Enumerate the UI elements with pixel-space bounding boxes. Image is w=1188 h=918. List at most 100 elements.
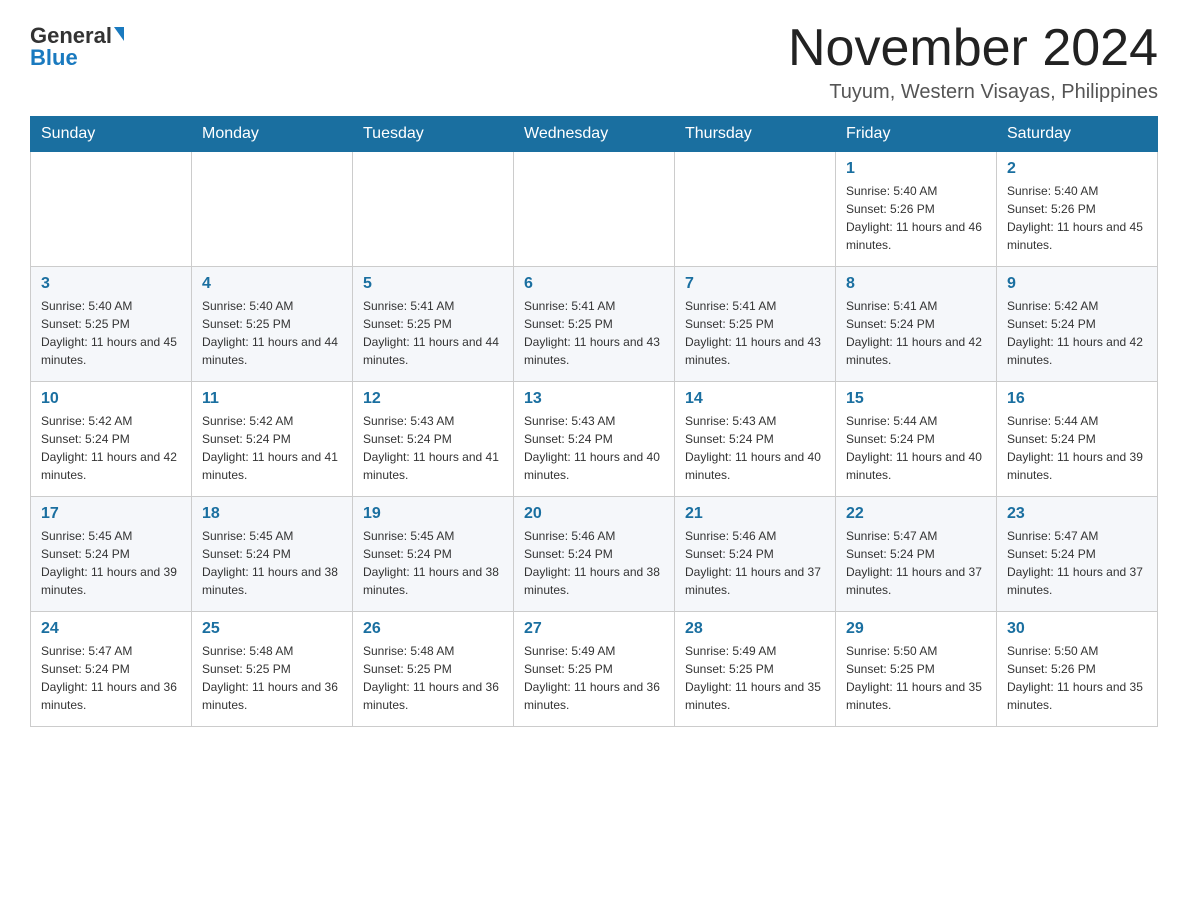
day-info: Sunrise: 5:48 AMSunset: 5:25 PMDaylight:… (363, 642, 503, 714)
day-number: 10 (41, 390, 181, 408)
day-number: 7 (685, 275, 825, 293)
calendar-day-cell: 10Sunrise: 5:42 AMSunset: 5:24 PMDayligh… (31, 382, 192, 497)
day-info: Sunrise: 5:50 AMSunset: 5:25 PMDaylight:… (846, 642, 986, 714)
calendar-day-cell: 21 Sunrise: 5:46 AMSunset: 5:24 PMDayligh… (675, 497, 836, 612)
day-number: 28 (685, 620, 825, 638)
day-header-monday: Monday (192, 117, 353, 152)
location-subtitle: Tuyum, Western Visayas, Philippines (788, 81, 1158, 104)
day-number: 21 (685, 505, 825, 523)
calendar-week-row: 3 Sunrise: 5:40 AMSunset: 5:25 PMDaylight… (31, 267, 1158, 382)
day-info: Sunrise: 5:49 AMSunset: 5:25 PMDaylight:… (685, 642, 825, 714)
day-info: Sunrise: 5:46 AMSunset: 5:24 PMDaylight:… (524, 527, 664, 599)
calendar-day-cell: 26 Sunrise: 5:48 AMSunset: 5:25 PMDayligh… (353, 612, 514, 727)
day-number: 25 (202, 620, 342, 638)
calendar-day-cell: 24 Sunrise: 5:47 AMSunset: 5:24 PMDayligh… (31, 612, 192, 727)
page-header: General Blue November 2024 Tuyum, Wester… (30, 20, 1158, 104)
calendar-week-row: 24 Sunrise: 5:47 AMSunset: 5:24 PMDayligh… (31, 612, 1158, 727)
day-info: Sunrise: 5:44 AMSunset: 5:24 PMDaylight:… (846, 412, 986, 484)
calendar-table: SundayMondayTuesdayWednesdayThursdayFrid… (30, 116, 1158, 727)
calendar-day-cell: 9 Sunrise: 5:42 AMSunset: 5:24 PMDaylight… (997, 267, 1158, 382)
day-info: Sunrise: 5:40 AMSunset: 5:26 PMDaylight:… (1007, 182, 1147, 254)
day-number: 16 (1007, 390, 1147, 408)
logo-general-text: General (30, 25, 112, 47)
day-info: Sunrise: 5:50 AMSunset: 5:26 PMDaylight:… (1007, 642, 1147, 714)
day-number: 2 (1007, 160, 1147, 178)
calendar-day-cell: 13 Sunrise: 5:43 AMSunset: 5:24 PMDayligh… (514, 382, 675, 497)
title-block: November 2024 Tuyum, Western Visayas, Ph… (788, 20, 1158, 104)
calendar-day-cell: 16 Sunrise: 5:44 AMSunset: 5:24 PMDayligh… (997, 382, 1158, 497)
day-info: Sunrise: 5:41 AMSunset: 5:24 PMDaylight:… (846, 297, 986, 369)
day-number: 9 (1007, 275, 1147, 293)
calendar-day-cell: 3Sunrise: 5:40 AMSunset: 5:25 PMDaylight… (31, 267, 192, 382)
day-info: Sunrise: 5:43 AMSunset: 5:24 PMDaylight:… (685, 412, 825, 484)
day-header-thursday: Thursday (675, 117, 836, 152)
calendar-day-cell: 1Sunrise: 5:40 AMSunset: 5:26 PMDaylight… (836, 152, 997, 267)
calendar-week-row: 17 Sunrise: 5:45 AMSunset: 5:24 PMDayligh… (31, 497, 1158, 612)
calendar-week-row: 10 Sunrise: 5:42 AMSunset: 5:24 PMDayligh… (31, 382, 1158, 497)
day-number: 3 (41, 275, 181, 293)
calendar-day-cell: 4 Sunrise: 5:40 AMSunset: 5:25 PMDaylight… (192, 267, 353, 382)
day-info: Sunrise: 5:45 AMSunset: 5:24 PMDaylight:… (202, 527, 342, 599)
calendar-day-cell (514, 152, 675, 267)
day-number: 11 (202, 390, 342, 408)
calendar-day-cell: 7 Sunrise: 5:41 AMSunset: 5:25 PMDaylight… (675, 267, 836, 382)
calendar-day-cell: 18 Sunrise: 5:45 AMSunset: 5:24 PMDayligh… (192, 497, 353, 612)
day-number: 19 (363, 505, 503, 523)
day-info: Sunrise: 5:40 AMSunset: 5:25 PMDaylight:… (202, 297, 342, 369)
day-info: Sunrise: 5:42 AMSunset: 5:24 PMDaylight:… (202, 412, 342, 484)
day-number: 18 (202, 505, 342, 523)
logo-blue-text: Blue (30, 47, 78, 69)
day-info: Sunrise: 5:43 AMSunset: 5:24 PMDaylight:… (363, 412, 503, 484)
calendar-day-cell: 6Sunrise: 5:41 AMSunset: 5:25 PMDaylight… (514, 267, 675, 382)
day-info: Sunrise: 5:42 AMSunset: 5:24 PMDaylight:… (1007, 297, 1147, 369)
calendar-day-cell: 11 Sunrise: 5:42 AMSunset: 5:24 PMDayligh… (192, 382, 353, 497)
calendar-day-cell: 17 Sunrise: 5:45 AMSunset: 5:24 PMDayligh… (31, 497, 192, 612)
day-info: Sunrise: 5:47 AMSunset: 5:24 PMDaylight:… (41, 642, 181, 714)
day-info: Sunrise: 5:47 AMSunset: 5:24 PMDaylight:… (1007, 527, 1147, 599)
calendar-day-cell: 15 Sunrise: 5:44 AMSunset: 5:24 PMDayligh… (836, 382, 997, 497)
day-number: 30 (1007, 620, 1147, 638)
calendar-day-cell: 28 Sunrise: 5:49 AMSunset: 5:25 PMDayligh… (675, 612, 836, 727)
day-info: Sunrise: 5:44 AMSunset: 5:24 PMDaylight:… (1007, 412, 1147, 484)
day-number: 12 (363, 390, 503, 408)
day-info: Sunrise: 5:43 AMSunset: 5:24 PMDaylight:… (524, 412, 664, 484)
calendar-day-cell (675, 152, 836, 267)
day-info: Sunrise: 5:45 AMSunset: 5:24 PMDaylight:… (41, 527, 181, 599)
calendar-day-cell: 20 Sunrise: 5:46 AMSunset: 5:24 PMDayligh… (514, 497, 675, 612)
calendar-day-cell: 8Sunrise: 5:41 AMSunset: 5:24 PMDaylight… (836, 267, 997, 382)
day-number: 24 (41, 620, 181, 638)
day-number: 5 (363, 275, 503, 293)
day-info: Sunrise: 5:41 AMSunset: 5:25 PMDaylight:… (363, 297, 503, 369)
day-number: 22 (846, 505, 986, 523)
day-info: Sunrise: 5:41 AMSunset: 5:25 PMDaylight:… (685, 297, 825, 369)
day-info: Sunrise: 5:41 AMSunset: 5:25 PMDaylight:… (524, 297, 664, 369)
day-header-tuesday: Tuesday (353, 117, 514, 152)
day-number: 20 (524, 505, 664, 523)
day-info: Sunrise: 5:45 AMSunset: 5:24 PMDaylight:… (363, 527, 503, 599)
calendar-day-cell: 22Sunrise: 5:47 AMSunset: 5:24 PMDayligh… (836, 497, 997, 612)
day-number: 17 (41, 505, 181, 523)
calendar-day-cell: 19 Sunrise: 5:45 AMSunset: 5:24 PMDayligh… (353, 497, 514, 612)
day-number: 15 (846, 390, 986, 408)
day-info: Sunrise: 5:40 AMSunset: 5:26 PMDaylight:… (846, 182, 986, 254)
calendar-day-cell: 29Sunrise: 5:50 AMSunset: 5:25 PMDayligh… (836, 612, 997, 727)
day-number: 26 (363, 620, 503, 638)
logo-arrow-icon (114, 27, 124, 41)
day-number: 13 (524, 390, 664, 408)
calendar-day-cell: 12 Sunrise: 5:43 AMSunset: 5:24 PMDayligh… (353, 382, 514, 497)
day-info: Sunrise: 5:49 AMSunset: 5:25 PMDaylight:… (524, 642, 664, 714)
day-number: 23 (1007, 505, 1147, 523)
calendar-day-cell: 5 Sunrise: 5:41 AMSunset: 5:25 PMDaylight… (353, 267, 514, 382)
calendar-day-cell (353, 152, 514, 267)
calendar-day-cell: 27Sunrise: 5:49 AMSunset: 5:25 PMDayligh… (514, 612, 675, 727)
day-info: Sunrise: 5:46 AMSunset: 5:24 PMDaylight:… (685, 527, 825, 599)
month-title: November 2024 (788, 20, 1158, 77)
calendar-day-cell (192, 152, 353, 267)
calendar-day-cell: 30 Sunrise: 5:50 AMSunset: 5:26 PMDayligh… (997, 612, 1158, 727)
logo: General Blue (30, 20, 124, 69)
calendar-week-row: 1Sunrise: 5:40 AMSunset: 5:26 PMDaylight… (31, 152, 1158, 267)
calendar-day-cell: 23 Sunrise: 5:47 AMSunset: 5:24 PMDayligh… (997, 497, 1158, 612)
calendar-header-row: SundayMondayTuesdayWednesdayThursdayFrid… (31, 117, 1158, 152)
calendar-day-cell: 25Sunrise: 5:48 AMSunset: 5:25 PMDayligh… (192, 612, 353, 727)
day-number: 4 (202, 275, 342, 293)
